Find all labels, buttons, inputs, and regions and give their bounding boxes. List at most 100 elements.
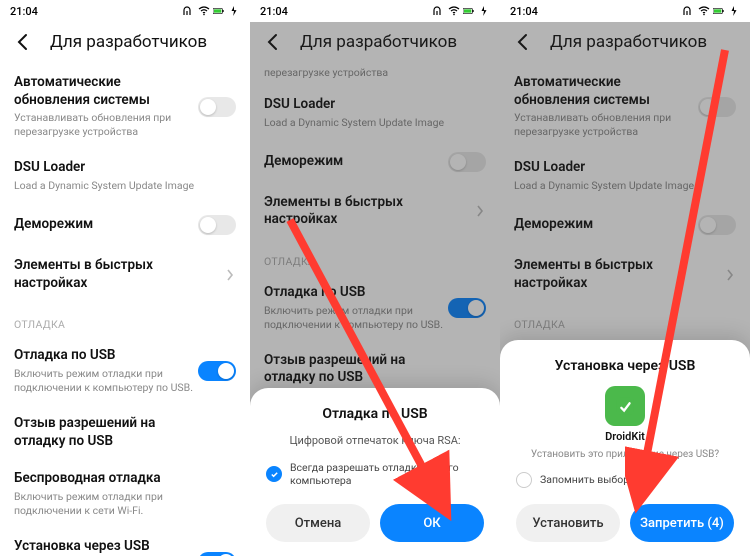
row-title: Деморежим <box>264 153 446 171</box>
row-quick-tiles[interactable]: Элементы в быстрых настройках <box>250 184 500 239</box>
check-row-remember[interactable]: Запомнить выбор <box>516 472 734 488</box>
toggle-usb-debug[interactable] <box>198 361 236 381</box>
status-time: 21:04 <box>10 5 38 18</box>
status-bar: 21:04 <box>0 0 250 22</box>
nfc-icon <box>183 6 195 16</box>
status-time: 21:04 <box>510 5 538 18</box>
status-icons <box>433 6 490 16</box>
row-usb-debug[interactable]: Отладка по USB Включить режим отладки пр… <box>250 274 500 342</box>
row-title: Отзыв разрешений на отладку по USB <box>264 352 446 387</box>
row-title: Деморежим <box>514 216 696 234</box>
cancel-button[interactable]: Отмена <box>266 504 370 542</box>
status-bar: 21:04 <box>500 0 750 22</box>
row-title: DSU Loader <box>264 96 446 114</box>
row-demo[interactable]: Деморежим <box>0 203 250 247</box>
ok-button[interactable]: ОК <box>380 504 484 542</box>
header: Для разработчиков <box>250 22 500 64</box>
row-auto-update[interactable]: Автоматические обновления системы Устана… <box>0 64 250 149</box>
status-time: 21:04 <box>260 5 288 18</box>
row-dsu[interactable]: DSU Loader Load a Dynamic System Update … <box>0 149 250 203</box>
row-revoke[interactable]: Отзыв разрешений на отладку по USB <box>0 405 250 460</box>
chevron-right-icon <box>476 205 484 217</box>
row-title: Установка через USB <box>14 538 196 556</box>
row-wireless[interactable]: Беспроводная отладка Включить режим отла… <box>0 460 250 528</box>
charge-icon <box>478 6 490 16</box>
content-layer: Для разработчиков перезагрузке устройств… <box>250 22 500 556</box>
deny-button[interactable]: Запретить (4) <box>630 504 734 542</box>
dialog-buttons: Установить Запретить (4) <box>516 504 734 542</box>
row-dsu[interactable]: DSU Loader Load a Dynamic System Update … <box>250 86 500 140</box>
content-layer: Для разработчиков Автоматические обновле… <box>0 22 250 556</box>
back-arrow-icon[interactable] <box>14 33 32 51</box>
row-title: Автоматические обновления системы <box>514 74 696 109</box>
row-subtitle: Включить режим отладки при подключении к… <box>14 490 196 518</box>
screen-2: 21:04 Для разработчиков перезагрузке уст… <box>250 0 500 556</box>
row-subtitle: Включить режим отладки при подключении к… <box>264 304 446 332</box>
toggle-demo[interactable] <box>198 215 236 235</box>
row-usb-debug[interactable]: Отладка по USB Включить режим отладки пр… <box>0 337 250 405</box>
row-title: Отладка по USB <box>264 284 446 302</box>
row-subtitle: Включить режим отладки при подключении к… <box>14 367 196 395</box>
screen-3: 21:04 Для разработчиков Автоматические о… <box>500 0 750 556</box>
header: Для разработчиков <box>0 22 250 64</box>
row-quick-tiles[interactable]: Элементы в быстрых настройках <box>0 247 250 302</box>
row-subtitle: Устанавливать обновления при перезагрузк… <box>14 111 196 139</box>
row-subtitle: Load a Dynamic System Update Image <box>514 179 696 193</box>
dialog-buttons: Отмена ОК <box>266 504 484 542</box>
wifi-icon <box>198 6 210 16</box>
check-label: Запомнить выбор <box>540 473 629 487</box>
dialog-title: Установка через USB <box>516 358 734 374</box>
row-auto-update[interactable]: Автоматические обновления системы Устана… <box>500 64 750 149</box>
row-title: Элементы в быстрых настройках <box>14 257 196 292</box>
screen-1: 21:04 Для разработчиков Автоматические о… <box>0 0 250 556</box>
row-demo[interactable]: Деморежим <box>250 140 500 184</box>
dialog-question: Установить это приложение через USB? <box>516 449 734 460</box>
check-row-always-allow[interactable]: Всегда разрешать отладку с этого компьют… <box>266 461 484 488</box>
battery-icon <box>213 6 225 16</box>
content-layer: Для разработчиков Автоматические обновле… <box>500 22 750 556</box>
dialog-title: Отладка по USB <box>266 406 484 422</box>
header: Для разработчиков <box>500 22 750 64</box>
wifi-icon <box>698 6 710 16</box>
battery-icon <box>463 6 475 16</box>
toggle-demo[interactable] <box>698 215 736 235</box>
toggle-demo[interactable] <box>448 152 486 172</box>
row-subtitle: Устанавливать обновления при перезагрузк… <box>514 111 696 139</box>
row-dsu[interactable]: DSU Loader Load a Dynamic System Update … <box>500 149 750 203</box>
back-arrow-icon[interactable] <box>514 33 532 51</box>
row-subtitle: Load a Dynamic System Update Image <box>14 179 196 193</box>
chevron-right-icon <box>226 269 234 281</box>
status-icons <box>683 6 740 16</box>
charge-icon <box>728 6 740 16</box>
row-subtitle: Load a Dynamic System Update Image <box>264 116 446 130</box>
back-arrow-icon[interactable] <box>264 33 282 51</box>
app-icon <box>605 386 645 426</box>
dialog-text: Цифровой отпечаток ключа RSA: <box>266 434 484 447</box>
install-button[interactable]: Установить <box>516 504 620 542</box>
page-title: Для разработчиков <box>550 32 707 52</box>
toggle-auto-update[interactable] <box>698 97 736 117</box>
status-bar: 21:04 <box>250 0 500 22</box>
row-title: DSU Loader <box>514 159 696 177</box>
row-title: Отзыв разрешений на отладку по USB <box>14 415 196 450</box>
chevron-right-icon <box>726 269 734 281</box>
row-demo[interactable]: Деморежим <box>500 203 750 247</box>
section-label-debug: ОТЛАДКА <box>0 302 250 337</box>
app-name: DroidKit <box>516 430 734 443</box>
dialog-install-usb: Установка через USB DroidKit Установить … <box>500 340 750 556</box>
row-quick-tiles[interactable]: Элементы в быстрых настройках <box>500 247 750 302</box>
row-title: Элементы в быстрых настройках <box>264 194 446 229</box>
page-title: Для разработчиков <box>50 32 207 52</box>
toggle-auto-update[interactable] <box>198 97 236 117</box>
checkbox-icon <box>266 466 282 482</box>
row-title: Отладка по USB <box>14 347 196 365</box>
row-title: Элементы в быстрых настройках <box>514 257 696 292</box>
toggle-usb-debug[interactable] <box>448 298 486 318</box>
toggle-install-usb[interactable] <box>198 552 236 556</box>
app-block: DroidKit Установить это приложение через… <box>516 386 734 460</box>
row-title: DSU Loader <box>14 159 196 177</box>
dialog-usb-debug: Отладка по USB Цифровой отпечаток ключа … <box>250 388 500 556</box>
row-subtitle-fragment: перезагрузке устройства <box>250 66 500 86</box>
row-title: Автоматические обновления системы <box>14 74 196 109</box>
row-install-usb[interactable]: Установка через USB Разрешить установку … <box>0 528 250 556</box>
